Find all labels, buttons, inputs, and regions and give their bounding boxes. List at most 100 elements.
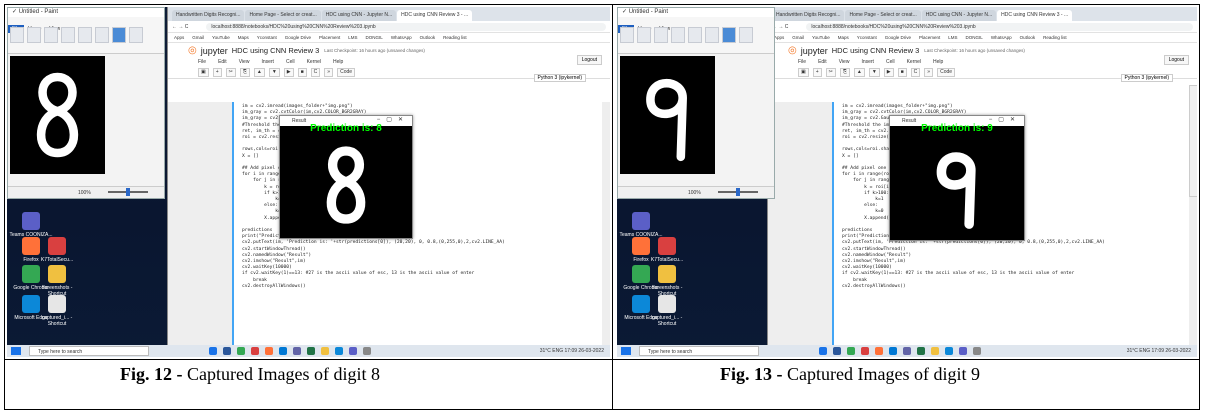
size-icon[interactable] (95, 27, 109, 43)
menu-item[interactable]: View (239, 58, 250, 67)
menu-item[interactable]: Help (933, 58, 943, 67)
brushes-icon[interactable] (671, 27, 685, 43)
bookmark-link[interactable]: LMS (348, 33, 357, 42)
forward-icon[interactable]: → (178, 24, 183, 30)
edit-paint3d-icon[interactable] (129, 27, 143, 43)
logout-button[interactable]: Logout (1163, 55, 1189, 65)
save-icon[interactable]: ▣ (798, 68, 809, 77)
taskbar-app-icon[interactable] (237, 347, 245, 355)
reload-icon[interactable]: C (185, 24, 189, 30)
taskbar-app-icon[interactable] (293, 347, 301, 355)
browser-tab[interactable]: Handwritten Digits Recogni... (772, 10, 845, 21)
taskbar-app-icon[interactable] (265, 347, 273, 355)
taskbar-app-icon[interactable] (349, 347, 357, 355)
menu-item[interactable]: Insert (861, 58, 874, 67)
menu-item[interactable]: Kernel (307, 58, 321, 67)
bookmark-link[interactable]: Yconstant (257, 33, 277, 42)
cell-type-select[interactable]: Code (337, 68, 356, 77)
clipboard-icon[interactable] (10, 27, 24, 43)
move-up-icon[interactable]: ▲ (853, 68, 865, 77)
menu-item[interactable]: View (839, 58, 850, 67)
menu-item[interactable]: File (198, 58, 206, 67)
taskbar-search-input[interactable]: Type here to search (639, 346, 759, 356)
taskbar-app-icon[interactable] (321, 347, 329, 355)
bookmark-link[interactable]: Maps (238, 33, 249, 42)
taskbar-app-icon[interactable] (279, 347, 287, 355)
menu-item[interactable]: Insert (261, 58, 274, 67)
desktop-icon[interactable]: Teams COONIZA... (9, 212, 53, 238)
stop-icon[interactable]: ■ (297, 68, 307, 77)
taskbar-app-icon[interactable] (903, 347, 911, 355)
taskbar-app-icon[interactable] (251, 347, 259, 355)
bookmark-link[interactable]: DONGIL (966, 33, 983, 42)
taskbar-app-icon[interactable] (861, 347, 869, 355)
desktop-icon[interactable]: K7TotalSecu... (35, 237, 79, 263)
save-icon[interactable]: ▣ (198, 68, 209, 77)
bookmark-link[interactable]: LMS (948, 33, 957, 42)
bookmark-link[interactable]: Maps (838, 33, 849, 42)
zoom-slider-thumb[interactable] (736, 188, 740, 196)
shapes-icon[interactable] (688, 27, 702, 43)
taskbar-app-icon[interactable] (959, 347, 967, 355)
paint-canvas[interactable] (620, 56, 715, 174)
image-icon[interactable] (27, 27, 41, 43)
paint-canvas[interactable] (10, 56, 105, 174)
reload-icon[interactable]: C (785, 24, 789, 30)
move-down-icon[interactable]: ▼ (868, 68, 880, 77)
copy-icon[interactable]: ⎘ (839, 68, 850, 77)
cell-type-select[interactable]: Code (937, 68, 956, 77)
bookmark-link[interactable]: YouTube (212, 33, 230, 42)
size-icon[interactable] (705, 27, 719, 43)
menu-item[interactable]: Edit (218, 58, 227, 67)
desktop-icon[interactable]: Teams COONIZA... (619, 212, 663, 238)
bookmark-link[interactable]: Apps (774, 33, 784, 42)
menu-item[interactable]: Cell (886, 58, 895, 67)
zoom-slider-thumb[interactable] (126, 188, 130, 196)
bookmark-link[interactable]: Gmail (192, 33, 204, 42)
taskbar-app-icon[interactable] (875, 347, 883, 355)
bookmark-link[interactable]: Gmail (792, 33, 804, 42)
taskbar-app-icon[interactable] (973, 347, 981, 355)
browser-tab[interactable]: HDC using CNN Review 3 - ... (397, 10, 473, 21)
forward-icon[interactable]: → (778, 24, 783, 30)
bookmark-link[interactable]: Google Drive (285, 33, 311, 42)
desktop-icon[interactable]: K7TotalSecu... (645, 237, 689, 263)
menu-item[interactable]: Help (333, 58, 343, 67)
window-controls[interactable]: −▢✕ (989, 116, 1021, 123)
run-icon[interactable]: ▶ (883, 68, 894, 77)
bookmark-link[interactable]: Apps (174, 33, 184, 42)
menu-item[interactable]: Kernel (907, 58, 921, 67)
desktop-icon[interactable]: captured_i... - Shortcut (35, 295, 79, 327)
move-up-icon[interactable]: ▲ (253, 68, 265, 77)
logout-button[interactable]: Logout (576, 55, 602, 65)
stop-icon[interactable]: ■ (897, 68, 907, 77)
url-input[interactable]: localhost:8888/notebooks/HDC%20using%20C… (806, 22, 1193, 31)
notebook-title[interactable]: HDC using CNN Review 3 (832, 46, 920, 55)
add-cell-icon[interactable]: + (812, 68, 822, 77)
restart-run-icon[interactable]: » (924, 68, 934, 77)
run-icon[interactable]: ▶ (283, 68, 294, 77)
brushes-icon[interactable] (61, 27, 75, 43)
taskbar-app-icon[interactable] (223, 347, 231, 355)
taskbar-app-icon[interactable] (209, 347, 217, 355)
bookmark-link[interactable]: Placement (919, 33, 940, 42)
cut-icon[interactable]: ✂ (825, 68, 836, 77)
move-down-icon[interactable]: ▼ (268, 68, 280, 77)
edit-paint3d-icon[interactable] (739, 27, 753, 43)
menu-item[interactable]: Cell (286, 58, 295, 67)
tools-icon[interactable] (44, 27, 58, 43)
add-cell-icon[interactable]: + (212, 68, 222, 77)
menu-item[interactable]: Edit (818, 58, 827, 67)
taskbar-app-icon[interactable] (917, 347, 925, 355)
bookmark-link[interactable]: Yconstant (857, 33, 877, 42)
bookmark-link[interactable]: WhatsApp (991, 33, 1012, 42)
windows-start-icon[interactable] (11, 347, 21, 355)
image-icon[interactable] (637, 27, 651, 43)
taskbar-app-icon[interactable] (889, 347, 897, 355)
taskbar-app-icon[interactable] (833, 347, 841, 355)
restart-icon[interactable]: C (310, 68, 321, 77)
back-icon[interactable]: ← (172, 24, 177, 30)
bookmark-link[interactable]: Placement (319, 33, 340, 42)
desktop-icon[interactable]: Screenshots - Shortcut (35, 265, 79, 297)
url-input[interactable]: localhost:8888/notebooks/HDC%20using%20C… (206, 22, 606, 31)
